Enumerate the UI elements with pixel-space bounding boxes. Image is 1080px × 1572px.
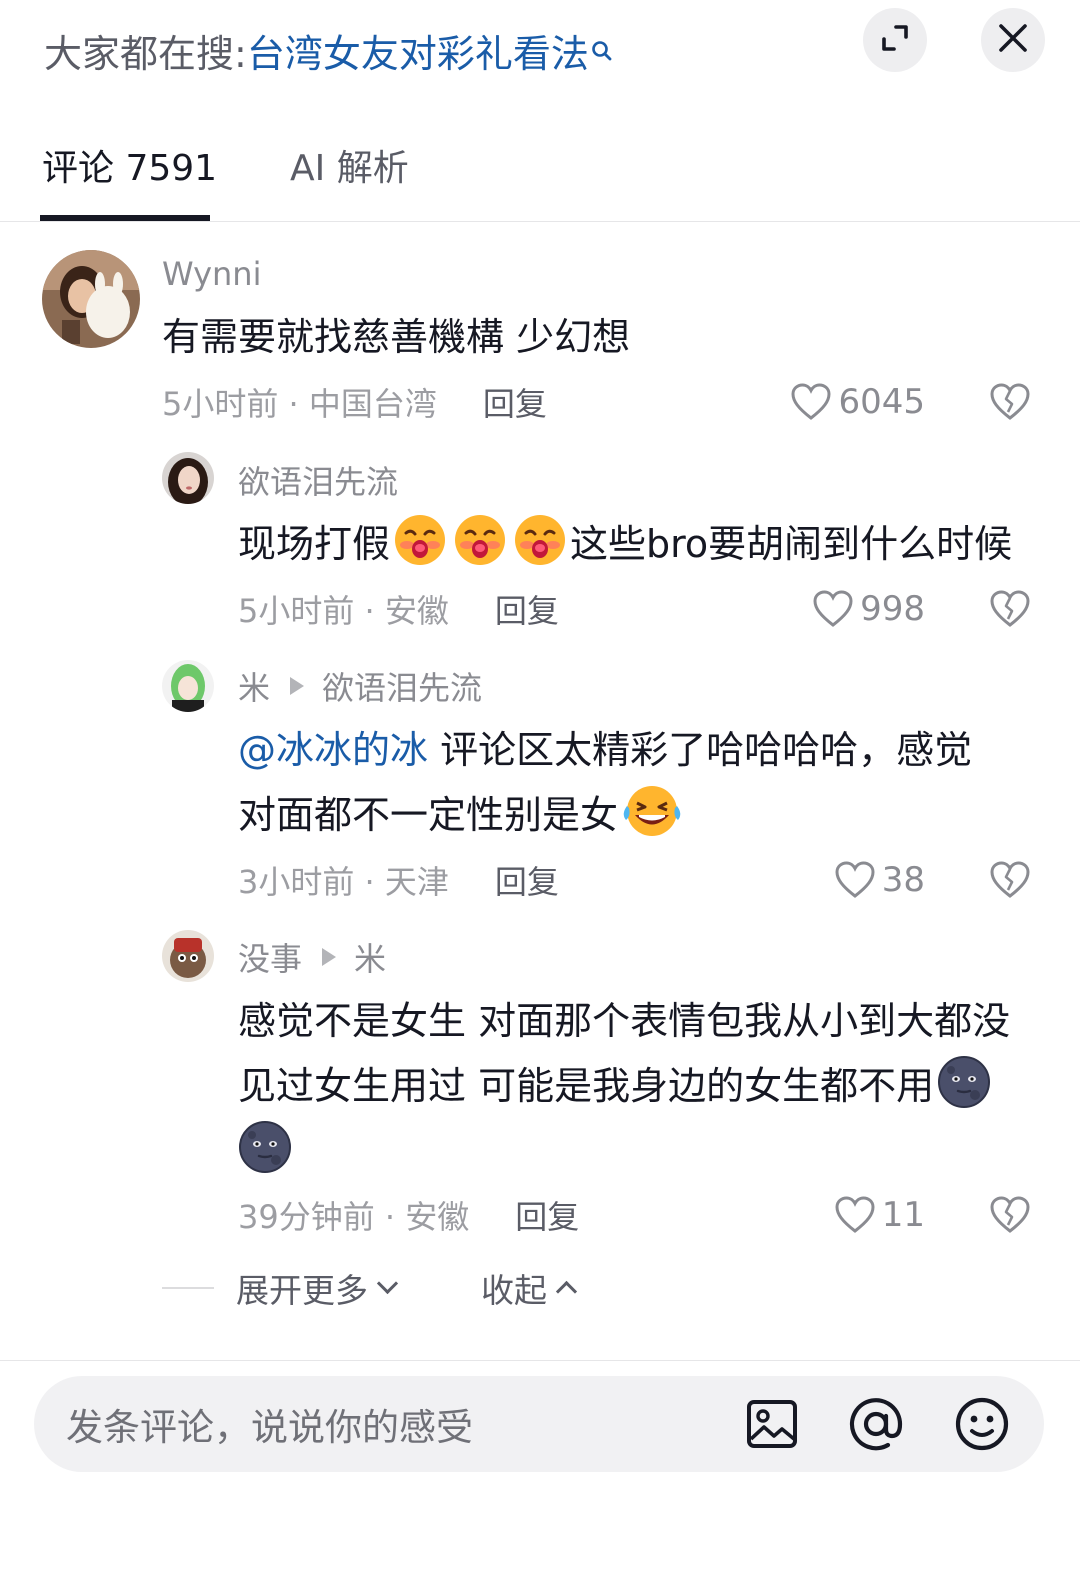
dislike-button[interactable] — [988, 858, 1032, 902]
comment-text: 现场打假 这些bro要胡闹到什么时候 — [238, 512, 1012, 577]
kiss-emoji — [393, 513, 447, 567]
dislike-button[interactable] — [988, 1193, 1032, 1237]
like-count: 998 — [860, 589, 925, 629]
reply-to-username[interactable]: 欲语泪先流 — [322, 663, 482, 709]
comment-username[interactable]: Wynni — [162, 252, 261, 296]
replies-toggle-row: 展开更多 收起 — [162, 1264, 578, 1312]
comment-meta: 5小时前 · 中国台湾 回复 — [162, 380, 547, 424]
broken-heart-icon — [990, 590, 1030, 627]
reply-button[interactable]: 回复 — [495, 586, 559, 632]
comment-text-part: 对面都不一定性别是女 — [238, 793, 619, 837]
tab-comments[interactable]: 评论 7591 — [42, 142, 217, 196]
tab-ai-analysis[interactable]: AI 解析 — [290, 142, 409, 196]
like-button[interactable]: 6045 — [790, 380, 925, 424]
dislike-button[interactable] — [988, 380, 1032, 424]
dark-moon-face-emoji — [937, 1055, 991, 1109]
bottom-divider — [0, 1360, 1080, 1361]
like-button[interactable]: 998 — [812, 587, 925, 631]
comment-text-part: 感觉不是女生 对面那个表情包我从小到大都没 — [238, 999, 1011, 1043]
dislike-button[interactable] — [988, 587, 1032, 631]
heart-icon — [813, 590, 853, 627]
reply-button[interactable]: 回复 — [483, 379, 547, 425]
search-suggestion[interactable]: 大家都在搜: 台湾女友对彩礼看法 — [44, 22, 613, 78]
comment-text: 有需要就找慈善機構 少幻想 — [162, 315, 631, 359]
comment-time-location: 39分钟前 · 安徽 — [238, 1198, 470, 1236]
comment-meta: 5小时前 · 安徽 回复 — [238, 587, 559, 631]
comment-text: 感觉不是女生 对面那个表情包我从小到大都没 见过女生用过 可能是我身边的女生都不… — [238, 989, 1038, 1184]
comment-text-part: 这些bro要胡闹到什么时候 — [570, 522, 1013, 566]
collapse-label: 收起 — [481, 1271, 547, 1310]
like-count: 38 — [881, 860, 925, 900]
like-count: 11 — [881, 1195, 925, 1235]
reply-to-username[interactable]: 米 — [354, 934, 386, 980]
at-icon[interactable] — [848, 1396, 904, 1452]
comment-text-part: 见过女生用过 可能是我身边的女生都不用 — [238, 1064, 935, 1108]
expand-more-button[interactable]: 展开更多 — [236, 1264, 399, 1312]
close-icon — [997, 22, 1029, 58]
emoji-icon[interactable] — [954, 1396, 1010, 1452]
comment-time-location: 5小时前 · 安徽 — [238, 592, 449, 630]
expand-button[interactable] — [863, 8, 927, 72]
kiss-emoji — [453, 513, 507, 567]
comment-username[interactable]: 欲语泪先流 — [238, 458, 398, 502]
search-suggestion-term[interactable]: 台湾女友对彩礼看法 — [247, 23, 589, 78]
kiss-emoji — [513, 513, 567, 567]
comment-username[interactable]: 米 — [238, 663, 270, 709]
comment-input-bar[interactable]: 发条评论，说说你的感受 — [34, 1376, 1044, 1472]
comment-input[interactable]: 发条评论，说说你的感受 — [66, 1397, 744, 1451]
expand-icon — [878, 21, 912, 59]
broken-heart-icon — [990, 1196, 1030, 1233]
dark-moon-face-emoji — [238, 1120, 292, 1174]
laughing-tears-emoji — [621, 784, 681, 838]
broken-heart-icon — [990, 861, 1030, 898]
avatar[interactable] — [162, 660, 214, 712]
reply-arrow-icon — [290, 677, 305, 695]
heart-icon — [835, 1196, 875, 1233]
comment-username-row: 没事 米 — [238, 935, 386, 979]
heart-icon — [791, 383, 831, 420]
expand-more-label: 展开更多 — [236, 1271, 368, 1310]
collapse-button[interactable]: 收起 — [481, 1264, 578, 1312]
search-icon — [591, 27, 613, 61]
mention-link[interactable]: @冰冰的冰 — [238, 728, 428, 772]
reply-button[interactable]: 回复 — [495, 857, 559, 903]
chevron-down-icon — [376, 1272, 399, 1294]
avatar[interactable] — [162, 452, 214, 504]
reply-button[interactable]: 回复 — [515, 1192, 579, 1238]
chevron-up-icon — [555, 1280, 578, 1302]
comment-text-part: 评论区太精彩了哈哈哈哈，感觉 — [440, 728, 973, 772]
avatar[interactable] — [42, 250, 140, 348]
comment-time-location: 5小时前 · 中国台湾 — [162, 385, 437, 423]
image-icon[interactable] — [744, 1396, 800, 1452]
like-button[interactable]: 38 — [834, 858, 925, 902]
avatar[interactable] — [162, 930, 214, 982]
tab-divider — [0, 221, 1080, 222]
broken-heart-icon — [990, 383, 1030, 420]
reply-arrow-icon — [322, 948, 337, 966]
heart-icon — [835, 861, 875, 898]
comment-username-row: 米 欲语泪先流 — [238, 664, 482, 708]
comment-username[interactable]: 没事 — [238, 934, 302, 980]
search-suggestion-prefix: 大家都在搜: — [44, 31, 247, 76]
like-button[interactable]: 11 — [834, 1193, 925, 1237]
comment-text: @冰冰的冰 评论区太精彩了哈哈哈哈，感觉 对面都不一定性别是女 — [238, 718, 1018, 848]
close-button[interactable] — [981, 8, 1045, 72]
divider-line — [162, 1287, 214, 1289]
like-count: 6045 — [838, 382, 925, 422]
comment-text-part: 现场打假 — [238, 522, 391, 566]
comment-meta: 3小时前 · 天津 回复 — [238, 858, 559, 902]
comment-meta: 39分钟前 · 安徽 回复 — [238, 1193, 579, 1237]
comment-time-location: 3小时前 · 天津 — [238, 863, 449, 901]
